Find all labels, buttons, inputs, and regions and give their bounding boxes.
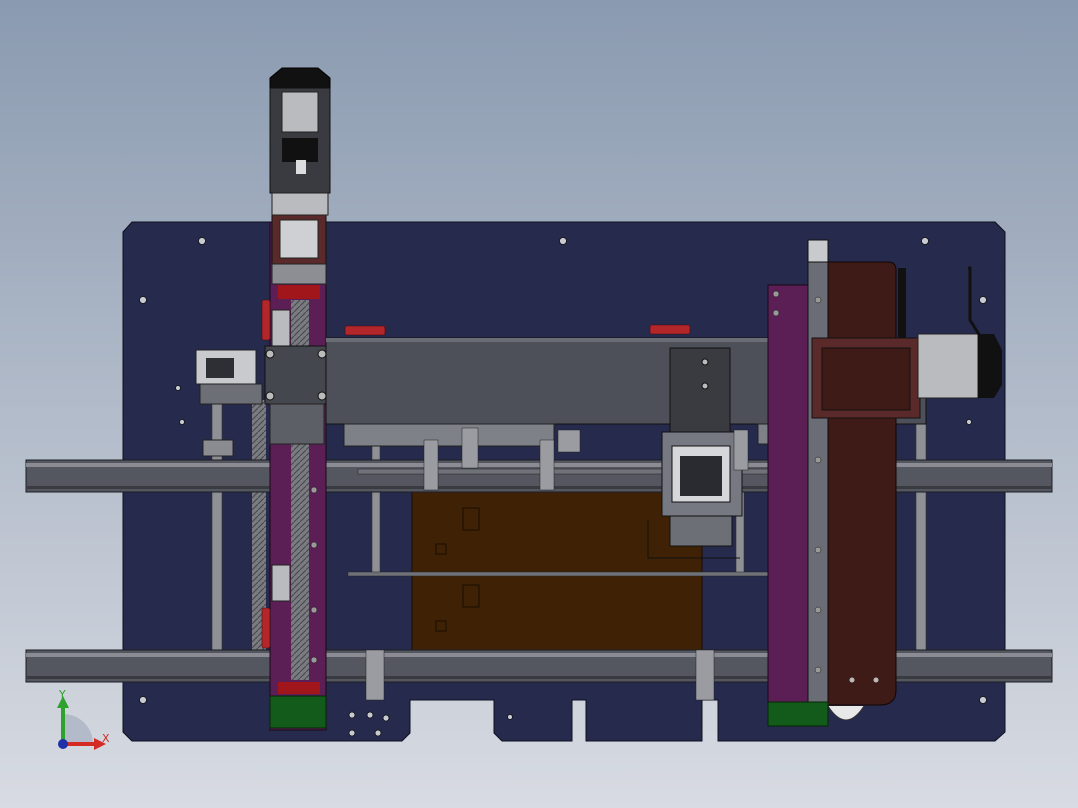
brown-cartons[interactable] bbox=[411, 487, 703, 653]
left-servo-motor[interactable] bbox=[269, 67, 331, 216]
right-vertical-column[interactable] bbox=[767, 239, 829, 726]
y-axis-label: Y bbox=[59, 688, 66, 701]
axis-origin-icon bbox=[58, 739, 68, 749]
cad-model-view[interactable] bbox=[0, 0, 1078, 808]
x-axis-label: X bbox=[102, 732, 110, 745]
left-vertical-column[interactable] bbox=[269, 213, 327, 731]
cad-viewport[interactable]: X Y bbox=[0, 0, 1078, 808]
brown-belt-conveyor[interactable] bbox=[827, 261, 897, 721]
